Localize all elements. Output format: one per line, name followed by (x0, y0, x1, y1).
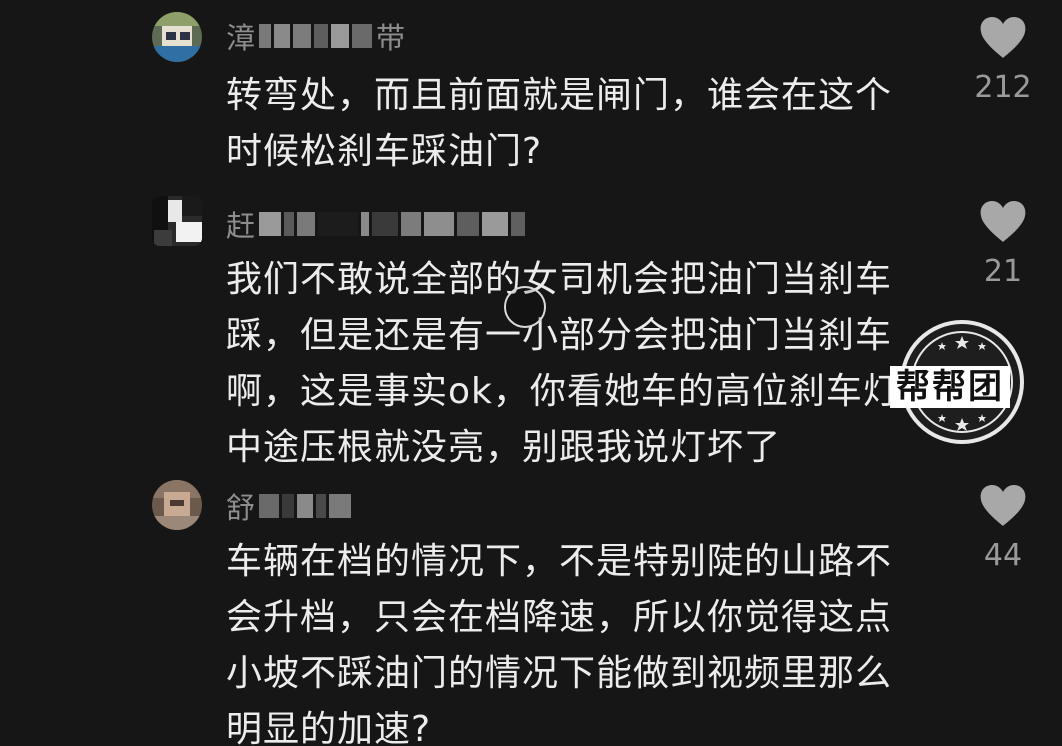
comment-text-line: 踩，但是还是有一小部分会把油门当刹车 (226, 315, 893, 356)
comment-text-line: 时候松刹车踩油门? (226, 131, 543, 172)
username-text: 舒 (226, 491, 256, 525)
avatar[interactable] (152, 12, 202, 62)
username-text-end: 带 (376, 21, 406, 55)
touch-cursor-icon (504, 286, 546, 328)
like-count: 21 (983, 254, 1023, 289)
heart-icon[interactable] (979, 484, 1027, 528)
comment-text-line: 中途压根就没亮，别跟我说灯坏了 (226, 427, 782, 468)
username-text: 漳 (226, 21, 256, 55)
comment-text-line: 转弯处，而且前面就是闸门，谁会在这个 (226, 75, 893, 116)
username-mosaic (259, 494, 352, 518)
comment-text: 转弯处，而且前面就是闸门，谁会在这个 时候松刹车踩油门? (226, 68, 936, 180)
username[interactable]: 漳 带 (226, 16, 405, 56)
heart-icon[interactable] (979, 16, 1027, 60)
avatar[interactable] (152, 196, 202, 246)
like-count: 212 (974, 70, 1032, 105)
comment-item[interactable]: 舒 车辆在档的情况下，不是特别陡的山路不 会升档，只会在档降速，所以你觉得这点 … (0, 470, 1062, 746)
comment-text-line: 我们不敢说全部的女司机会把油门当刹车 (226, 259, 893, 300)
comment-text: 车辆在档的情况下，不是特别陡的山路不 会升档，只会在档降速，所以你觉得这点 小坡… (226, 534, 936, 746)
like-button[interactable]: 21 (972, 200, 1034, 289)
like-button[interactable]: 44 (972, 484, 1034, 573)
like-count: 44 (983, 538, 1023, 573)
comment-item[interactable]: 漳 带 转弯处，而且前面就是闸门，谁会在这个 时候松刹车踩油门? 212 (0, 0, 1062, 190)
comment-text-line: 车辆在档的情况下，不是特别陡的山路不 (226, 541, 893, 582)
username-mosaic (259, 24, 373, 48)
avatar[interactable] (152, 480, 202, 530)
comment-text-line: 啊，这是事实ok，你看她车的高位刹车灯 (226, 371, 900, 412)
username-text: 赶 (226, 209, 256, 243)
watermark-label: 帮帮团 (890, 366, 1010, 408)
like-button[interactable]: 212 (972, 16, 1034, 105)
comment-text-line: 小坡不踩油门的情况下能做到视频里那么 (226, 653, 893, 694)
username[interactable]: 赶 (226, 204, 529, 244)
heart-icon[interactable] (979, 200, 1027, 244)
username-mosaic (259, 212, 526, 236)
comment-text-line: 会升档，只会在档降速，所以你觉得这点 (226, 597, 893, 638)
comment-text: 我们不敢说全部的女司机会把油门当刹车 踩，但是还是有一小部分会把油门当刹车 啊，… (226, 252, 936, 476)
username[interactable]: 舒 (226, 486, 355, 526)
comment-text-line: 明显的加速? (226, 709, 432, 746)
